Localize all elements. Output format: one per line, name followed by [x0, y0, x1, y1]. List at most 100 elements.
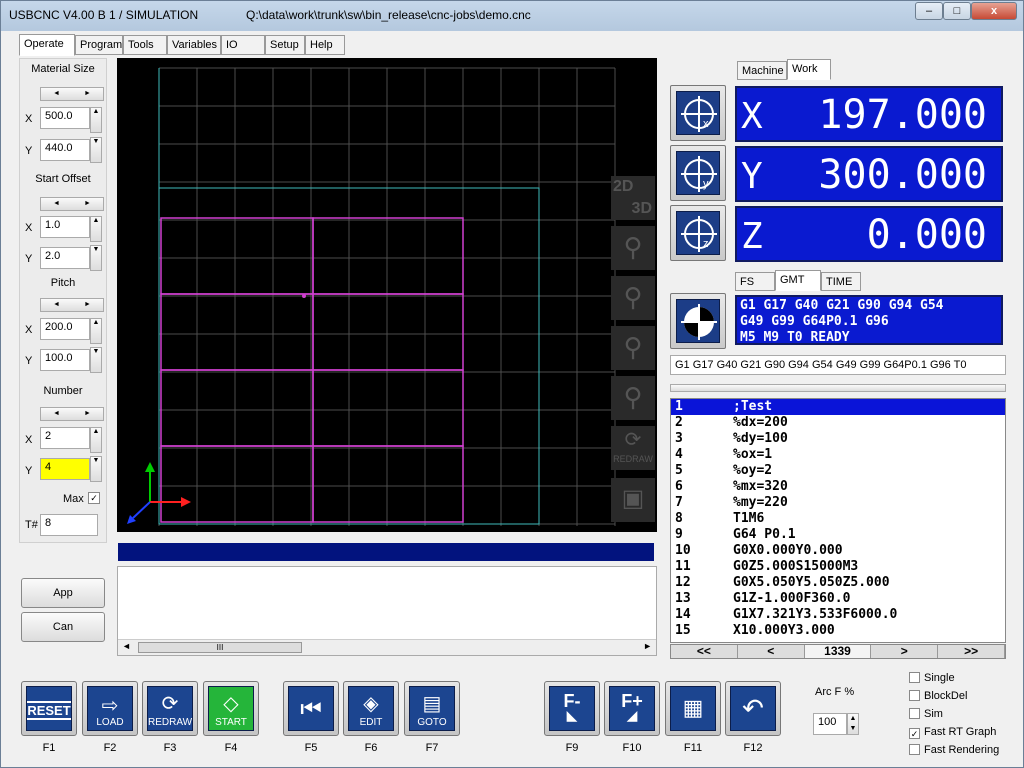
program-row[interactable]: 15 X10.000Y3.000 [671, 623, 1005, 639]
message-hscroll[interactable]: ◄ III ► [118, 639, 656, 655]
program-row[interactable]: 1 ;Test [671, 399, 1005, 415]
arrow-left-icon[interactable]: ◄ [41, 88, 72, 100]
blockdel-checkbox[interactable]: BlockDel [909, 690, 967, 702]
start-x-field[interactable]: 1.0 [40, 216, 90, 238]
material-y-field[interactable]: 440.0 [40, 139, 90, 161]
maximize-button[interactable]: □ [943, 2, 971, 20]
app-button[interactable]: App [21, 578, 105, 608]
program-row[interactable]: 2 %dx=200 [671, 415, 1005, 431]
number-x-field[interactable]: 2 [40, 427, 90, 449]
rewind-button[interactable]: ⏮ [283, 681, 339, 736]
pitch-x-spin[interactable]: ▲ [90, 318, 102, 344]
close-button[interactable]: x [971, 2, 1017, 20]
reset-button[interactable]: RESET [21, 681, 77, 736]
tab-time[interactable]: TIME [821, 272, 861, 291]
max-checkbox[interactable]: ✓ [88, 492, 100, 504]
pitch-y-field[interactable]: 100.0 [40, 349, 90, 371]
program-row[interactable]: 13 G1Z-1.000F360.0 [671, 591, 1005, 607]
scroll-thumb[interactable]: III [138, 642, 302, 653]
zero-y-button[interactable]: y [670, 145, 726, 201]
sim-check-box[interactable] [909, 708, 920, 719]
program-row[interactable]: 10 G0X0.000Y0.000 [671, 543, 1005, 559]
start-arrow-bar[interactable]: ◄ ► [40, 197, 104, 211]
pitch-arrow-bar[interactable]: ◄ ► [40, 298, 104, 312]
program-row[interactable]: 5 %oy=2 [671, 463, 1005, 479]
arrow-right-icon[interactable]: ► [72, 408, 103, 420]
program-row[interactable]: 3 %dy=100 [671, 431, 1005, 447]
edit-button[interactable]: ◈ EDIT [343, 681, 399, 736]
goto-button[interactable]: ▤ GOTO [404, 681, 460, 736]
tab-variables[interactable]: Variables [167, 35, 221, 55]
number-y-spin[interactable]: ▼ [90, 456, 102, 482]
program-row[interactable]: 4 %ox=1 [671, 447, 1005, 463]
pager-next-button[interactable]: > [871, 645, 939, 658]
start-button[interactable]: ◇ START [203, 681, 259, 736]
back-button[interactable]: ↶ [725, 681, 781, 736]
number-arrow-bar[interactable]: ◄ ► [40, 407, 104, 421]
start-y-spin[interactable]: ▼ [90, 245, 102, 271]
zero-z-button[interactable]: z [670, 205, 726, 261]
pager-last-button[interactable]: >> [938, 645, 1005, 658]
sim-checkbox[interactable]: Sim [909, 708, 943, 720]
array-button[interactable]: ▦ [665, 681, 721, 736]
feed-minus-button[interactable]: F- ◣ [544, 681, 600, 736]
program-row[interactable]: 9 G64 P0.1 [671, 527, 1005, 543]
start-y-field[interactable]: 2.0 [40, 247, 90, 269]
toolpath-canvas[interactable]: 2D 3D ⚲ ⚲ ⚲ ⚲ ⟳ REDRAW ▣ [117, 58, 657, 532]
scroll-right-icon[interactable]: ► [643, 641, 652, 651]
program-row[interactable]: 11 G0Z5.000S15000M3 [671, 559, 1005, 575]
fast-rt-graph-checkbox[interactable]: ✓ Fast RT Graph [909, 726, 996, 739]
zero-x-button[interactable]: x [670, 85, 726, 141]
material-arrow-bar[interactable]: ◄ ► [40, 87, 104, 101]
tab-help[interactable]: Help [305, 35, 345, 55]
minimize-button[interactable]: – [915, 2, 943, 20]
arrow-right-icon[interactable]: ► [72, 299, 103, 311]
scroll-left-icon[interactable]: ◄ [122, 641, 131, 651]
tab-setup[interactable]: Setup [265, 35, 305, 55]
zoom-in-icon[interactable]: ⚲ [611, 326, 655, 370]
material-x-field[interactable]: 500.0 [40, 107, 90, 129]
arrow-left-icon[interactable]: ◄ [41, 408, 72, 420]
pager-first-button[interactable]: << [671, 645, 738, 658]
blockdel-check-box[interactable] [909, 690, 920, 701]
home-button[interactable] [670, 293, 726, 349]
single-check-box[interactable] [909, 672, 920, 683]
arc-feed-field[interactable]: 100 [813, 713, 847, 735]
tab-machine[interactable]: Machine [737, 61, 787, 80]
redraw-button[interactable]: ⟳ REDRAW [142, 681, 198, 736]
pitch-x-field[interactable]: 200.0 [40, 318, 90, 340]
fast-rt-graph-check-box[interactable]: ✓ [909, 728, 920, 739]
view-2d3d-button[interactable]: 2D 3D [611, 176, 655, 220]
tab-tools[interactable]: Tools [123, 35, 167, 55]
number-y-field[interactable]: 4 [40, 458, 90, 480]
box-view-icon[interactable]: ▣ [611, 478, 655, 522]
arrow-left-icon[interactable]: ◄ [41, 198, 72, 210]
arrow-left-icon[interactable]: ◄ [41, 299, 72, 311]
arc-feed-spin[interactable]: ▲ ▼ [847, 713, 859, 735]
tab-io[interactable]: IO [221, 35, 265, 55]
tab-fs[interactable]: FS [735, 272, 775, 291]
single-checkbox[interactable]: Single [909, 672, 955, 684]
program-row[interactable]: 6 %mx=320 [671, 479, 1005, 495]
load-button[interactable]: ⇨ LOAD [82, 681, 138, 736]
zoom-out-icon[interactable]: ⚲ [611, 276, 655, 320]
pitch-y-spin[interactable]: ▼ [90, 347, 102, 373]
fast-rendering-checkbox[interactable]: Fast Rendering [909, 744, 999, 756]
zoom-fit-icon[interactable]: ⚲ [611, 226, 655, 270]
feed-plus-button[interactable]: F+ ◢ [604, 681, 660, 736]
program-listing[interactable]: 1 ;Test 2 %dx=200 3 %dy=100 4 %ox=1 5 %oy=2 6… [670, 398, 1006, 643]
tab-gmt[interactable]: GMT [775, 270, 821, 291]
pager-prev-button[interactable]: < [738, 645, 805, 658]
program-row[interactable]: 12 G0X5.050Y5.050Z5.000 [671, 575, 1005, 591]
material-x-spin[interactable]: ▲ [90, 107, 102, 133]
program-row[interactable]: 7 %my=220 [671, 495, 1005, 511]
arrow-right-icon[interactable]: ► [72, 88, 103, 100]
can-button[interactable]: Can [21, 612, 105, 642]
tab-work[interactable]: Work [787, 59, 831, 80]
zoom-window-icon[interactable]: ⚲ [611, 376, 655, 420]
tab-program[interactable]: Program [75, 35, 123, 55]
start-x-spin[interactable]: ▲ [90, 216, 102, 242]
number-x-spin[interactable]: ▲ [90, 427, 102, 453]
redraw-view-button[interactable]: ⟳ REDRAW [611, 426, 655, 470]
arrow-right-icon[interactable]: ► [72, 198, 103, 210]
